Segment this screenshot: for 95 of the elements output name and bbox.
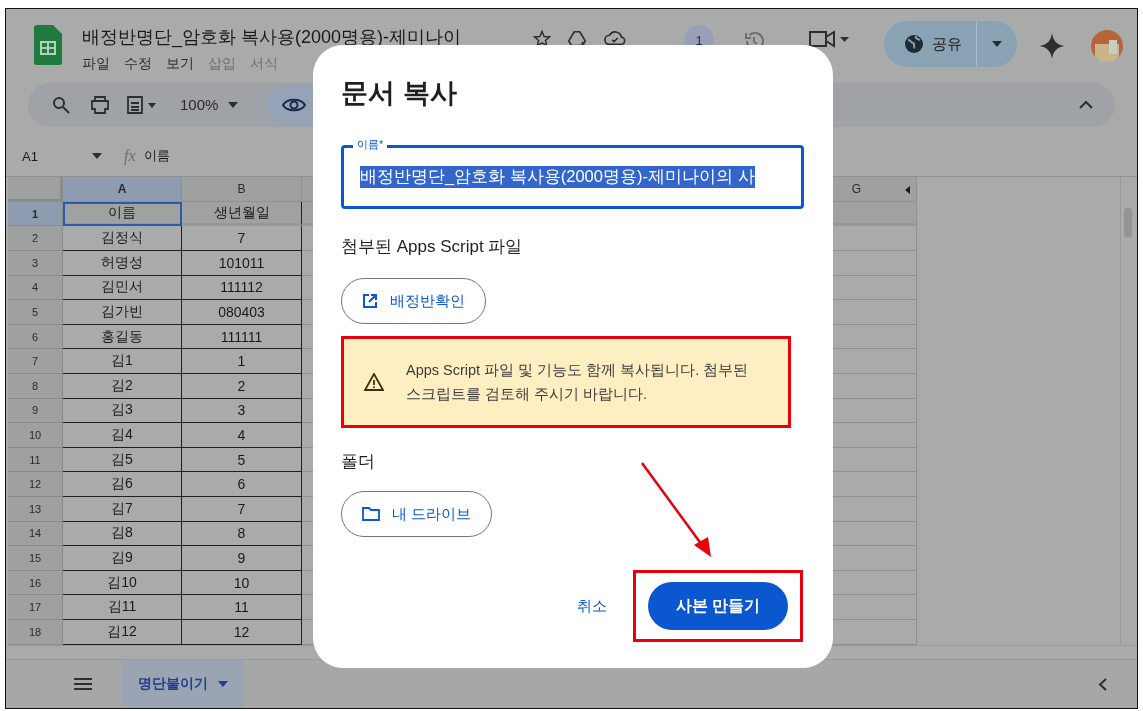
row-header[interactable]: 18: [8, 619, 63, 645]
table-cell[interactable]: 7: [182, 226, 302, 252]
open-script-button[interactable]: 배정반확인: [341, 278, 486, 324]
avatar-icon[interactable]: [1091, 30, 1123, 62]
row-header[interactable]: 15: [8, 546, 63, 571]
collapse-icon[interactable]: [1079, 100, 1093, 110]
open-in-new-icon: [362, 293, 378, 309]
table-cell[interactable]: 김민서: [63, 275, 182, 301]
field-value: 배정반명단_암호화 복사용(2000명용)-제미나이의 사: [360, 166, 755, 188]
row-header[interactable]: 3: [8, 251, 63, 276]
table-cell[interactable]: 생년월일: [182, 201, 302, 227]
row-header[interactable]: 16: [8, 570, 63, 596]
table-cell[interactable]: 김8: [63, 521, 182, 547]
table-cell[interactable]: 2: [182, 374, 302, 399]
table-cell[interactable]: 김10: [63, 570, 182, 596]
column-header[interactable]: A: [63, 177, 182, 202]
table-cell[interactable]: 김3: [63, 398, 182, 424]
table-cell[interactable]: 김7: [63, 497, 182, 522]
table-cell[interactable]: 김4: [63, 423, 182, 448]
section-heading: 첨부된 Apps Script 파일: [341, 236, 524, 258]
row-header[interactable]: 12: [8, 472, 63, 497]
table-cell[interactable]: 김가빈: [63, 300, 182, 325]
table-cell[interactable]: 3: [182, 398, 302, 424]
table-cell[interactable]: 5: [182, 447, 302, 473]
sparkle-icon[interactable]: [1039, 33, 1065, 59]
eye-icon: [282, 96, 307, 113]
table-cell[interactable]: 김12: [63, 619, 182, 645]
table-cell[interactable]: 이름: [63, 201, 182, 227]
row-header[interactable]: 13: [8, 497, 63, 522]
table-cell[interactable]: 홍길동: [63, 324, 182, 350]
row-header[interactable]: 6: [8, 324, 63, 350]
table-cell[interactable]: 김11: [63, 595, 182, 620]
caret-icon: [992, 41, 1002, 47]
search-icon[interactable]: [52, 95, 70, 114]
menu-item[interactable]: 수정: [124, 55, 152, 73]
video-call-icon[interactable]: [808, 29, 850, 49]
zoom-select[interactable]: 100%: [180, 96, 219, 114]
name-box-caret-icon: [92, 153, 102, 160]
table-cell[interactable]: 4: [182, 423, 302, 448]
folder-icon: [362, 507, 380, 521]
table-cell[interactable]: 6: [182, 472, 302, 497]
make-copy-button[interactable]: 사본 만들기: [647, 582, 788, 630]
table-cell[interactable]: 김정식: [63, 226, 182, 252]
warning-text: Apps Script 파일 및 기능도 함께 복사됩니다. 첨부된 스크립트를 검토해 주시기 바랍니다.: [406, 361, 750, 404]
zoom-caret-icon: [228, 101, 239, 108]
table-cell[interactable]: 9: [182, 546, 302, 571]
table-cell[interactable]: 김6: [63, 472, 182, 497]
row-header[interactable]: 2: [8, 226, 63, 252]
sheets-logo-icon: [34, 25, 62, 65]
folder-button[interactable]: 내 드라이브: [341, 491, 493, 537]
chevron-left-icon[interactable]: [1099, 677, 1107, 691]
globe-icon: [904, 34, 924, 54]
table-cell[interactable]: 101011: [182, 251, 302, 276]
print-icon[interactable]: [90, 95, 110, 114]
row-header[interactable]: 5: [8, 300, 63, 325]
warning-icon: [364, 373, 384, 391]
row-header[interactable]: 4: [8, 275, 63, 301]
row-header[interactable]: 11: [8, 447, 63, 473]
row-header[interactable]: 7: [8, 349, 63, 374]
table-cell[interactable]: 김2: [63, 374, 182, 399]
menu-icon[interactable]: [74, 678, 92, 690]
menu-item[interactable]: 보기: [166, 55, 194, 73]
row-header[interactable]: 10: [8, 423, 63, 448]
table-cell[interactable]: 1: [182, 349, 302, 374]
sheet-tab[interactable]: 명단붙이기: [122, 660, 244, 708]
field-label: 이름*: [353, 137, 388, 151]
table-cell[interactable]: 김9: [63, 546, 182, 571]
dialog-title: 문서 복사: [341, 77, 458, 110]
caret-icon: [218, 681, 228, 687]
section-heading: 폴더: [341, 451, 376, 473]
table-cell[interactable]: 111111: [182, 324, 302, 350]
table-cell[interactable]: 8: [182, 521, 302, 547]
table-cell[interactable]: 111112: [182, 275, 302, 301]
row-header[interactable]: 14: [8, 521, 63, 547]
scroll-left-icon[interactable]: [905, 186, 910, 195]
table-cell[interactable]: 12: [182, 619, 302, 645]
formula-label: fx: [124, 147, 136, 166]
cloud-check-icon[interactable]: [604, 29, 626, 47]
menu-item[interactable]: 파일: [82, 55, 110, 73]
cell-reference[interactable]: A1: [22, 148, 92, 164]
table-cell[interactable]: 김5: [63, 447, 182, 473]
table-cell[interactable]: 김1: [63, 349, 182, 374]
table-cell[interactable]: 10: [182, 570, 302, 596]
table-cell[interactable]: 7: [182, 497, 302, 522]
table-cell[interactable]: 허명성: [63, 251, 182, 276]
row-header[interactable]: 17: [8, 595, 63, 620]
row-header[interactable]: 9: [8, 398, 63, 424]
formula-content[interactable]: 이름: [143, 147, 170, 166]
table-cell[interactable]: 080403: [182, 300, 302, 325]
row-header[interactable]: 8: [8, 374, 63, 399]
column-header[interactable]: B: [182, 177, 302, 202]
document-title[interactable]: 배정반명단_암호화 복사용(2000명용)-제미나이: [82, 25, 522, 49]
table-cell[interactable]: 11: [182, 595, 302, 620]
cancel-button[interactable]: 취소: [568, 588, 615, 624]
row-header[interactable]: 1: [8, 201, 63, 227]
